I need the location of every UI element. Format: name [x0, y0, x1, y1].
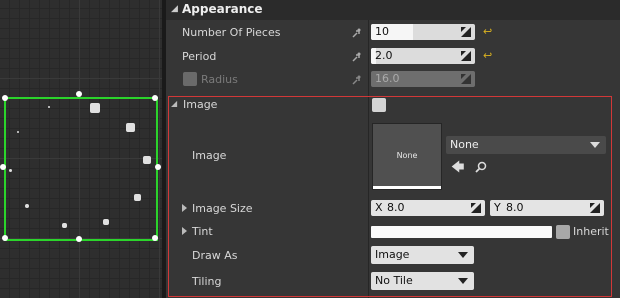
radius-value: 16.0	[375, 72, 400, 85]
chevron-down-icon	[590, 142, 600, 148]
chevron-down-icon	[458, 278, 468, 284]
period-spinbox[interactable]: 2.0	[371, 48, 475, 64]
image-size-y-prefix: Y	[494, 201, 501, 214]
throbber-piece	[48, 106, 50, 108]
radius-override-checkbox[interactable]	[183, 72, 197, 86]
resize-handle-bottom[interactable]	[76, 236, 82, 242]
image-size-x-prefix: X	[375, 201, 383, 214]
tiling-value: No Tile	[375, 274, 413, 287]
category-title: Appearance	[182, 2, 263, 16]
resize-handle-top-right[interactable]	[152, 95, 158, 101]
throbber-piece	[17, 131, 19, 133]
period-value: 2.0	[375, 49, 393, 62]
image-size-x-value: 8.0	[387, 201, 405, 214]
number-of-pieces-value: 10	[375, 25, 389, 38]
draw-as-dropdown[interactable]: Image	[371, 246, 474, 264]
image-size-x-field[interactable]: X 8.0	[371, 200, 485, 216]
inherit-label: Inherit	[573, 225, 609, 238]
image-size-y-field[interactable]: Y 8.0	[490, 200, 604, 216]
throbber-piece	[134, 194, 141, 201]
grip-icon	[461, 74, 471, 84]
expand-arrow-icon[interactable]	[182, 204, 187, 212]
throbber-piece	[9, 169, 12, 172]
throbber-piece	[143, 156, 151, 164]
resize-handle-top[interactable]	[76, 91, 82, 97]
reset-to-default-icon[interactable]: ↩	[483, 49, 492, 62]
resize-handle-top-left[interactable]	[2, 95, 8, 101]
throbber-piece	[90, 103, 100, 113]
throbber-piece	[25, 204, 29, 208]
tint-label: Tint	[192, 225, 213, 238]
image-size-y-value: 8.0	[506, 201, 524, 214]
draw-as-label: Draw As	[192, 249, 238, 262]
resize-handle-bottom-right[interactable]	[152, 235, 158, 241]
image-label: Image	[192, 149, 227, 162]
tint-inherit-checkbox[interactable]	[556, 225, 570, 239]
details-panel: ◢ Appearance Number Of Pieces 10 ↩ Perio…	[166, 0, 620, 298]
image-override-checkbox[interactable]	[372, 98, 386, 112]
throbber-piece	[103, 219, 109, 225]
grip-icon	[461, 27, 471, 37]
browse-search-icon[interactable]	[475, 161, 487, 173]
keyframe-icon[interactable]	[352, 52, 362, 62]
tiling-label: Tiling	[192, 275, 222, 288]
image-thumbnail[interactable]: None	[372, 123, 442, 190]
use-selected-arrow-icon[interactable]: 🡄	[451, 158, 464, 180]
reset-to-default-icon[interactable]: ↩	[483, 25, 492, 38]
resize-handle-left[interactable]	[0, 164, 6, 170]
period-label: Period	[182, 50, 217, 63]
expand-arrow-icon[interactable]: ◢	[171, 99, 177, 108]
expand-arrow-icon[interactable]	[182, 227, 187, 235]
resize-handle-bottom-left[interactable]	[2, 235, 8, 241]
tint-color-swatch[interactable]	[371, 226, 552, 238]
number-of-pieces-label: Number Of Pieces	[182, 26, 281, 39]
viewport[interactable]	[0, 0, 162, 298]
image-asset-value: None	[450, 138, 479, 151]
collapse-arrow-icon: ◢	[171, 4, 178, 14]
radius-label: Radius	[201, 73, 238, 86]
thumbnail-text: None	[396, 151, 418, 160]
number-of-pieces-spinbox[interactable]: 10	[371, 24, 475, 40]
chevron-down-icon	[458, 252, 468, 258]
resize-handle-right[interactable]	[155, 164, 161, 170]
image-asset-dropdown[interactable]: None	[446, 136, 606, 154]
radius-spinbox: 16.0	[371, 71, 475, 87]
throbber-piece	[126, 123, 135, 132]
draw-as-value: Image	[375, 248, 410, 261]
thumbnail-bar	[373, 186, 441, 189]
grip-icon	[461, 51, 471, 61]
image-size-label: Image Size	[192, 202, 253, 215]
image-header-label: Image	[183, 98, 218, 111]
throbber-piece	[62, 223, 67, 228]
category-appearance-header[interactable]: ◢ Appearance	[166, 0, 620, 20]
keyframe-icon[interactable]	[352, 28, 362, 38]
tiling-dropdown[interactable]: No Tile	[371, 272, 474, 290]
widget-selection-box[interactable]	[4, 97, 158, 241]
keyframe-icon[interactable]	[352, 75, 362, 85]
grip-icon	[471, 203, 481, 213]
grip-icon	[590, 203, 600, 213]
